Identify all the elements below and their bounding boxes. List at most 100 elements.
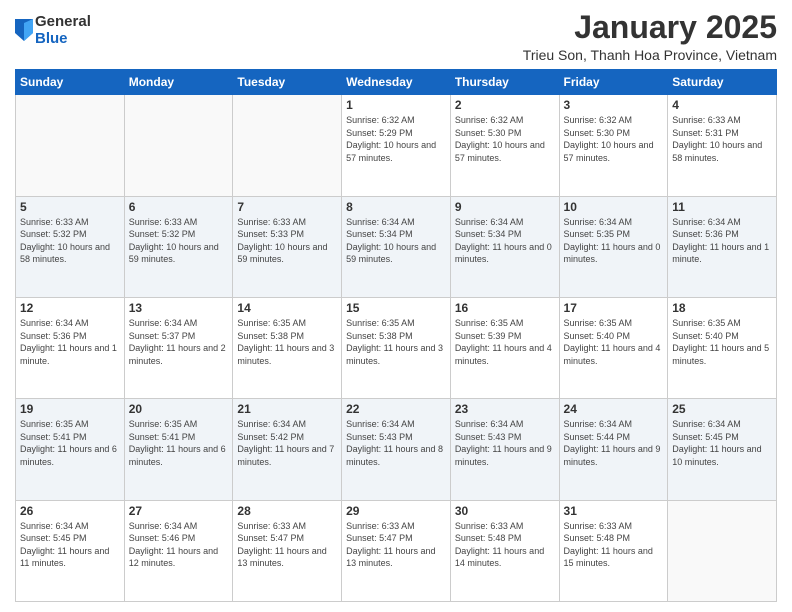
- day-number: 17: [564, 301, 664, 315]
- day-info: Sunrise: 6:33 AMSunset: 5:31 PMDaylight:…: [672, 114, 772, 164]
- calendar-cell: [233, 95, 342, 196]
- logo: General Blue: [15, 14, 91, 47]
- day-number: 15: [346, 301, 446, 315]
- day-info: Sunrise: 6:33 AMSunset: 5:33 PMDaylight:…: [237, 216, 337, 266]
- calendar-cell: 2 Sunrise: 6:32 AMSunset: 5:30 PMDaylight…: [450, 95, 559, 196]
- calendar-cell: 18Sunrise: 6:35 AMSunset: 5:40 PMDayligh…: [668, 297, 777, 398]
- day-number: 29: [346, 504, 446, 518]
- day-number: 26: [20, 504, 120, 518]
- calendar-cell: 1 Sunrise: 6:32 AMSunset: 5:29 PMDaylight…: [342, 95, 451, 196]
- day-info: Sunrise: 6:34 AMSunset: 5:36 PMDaylight:…: [20, 317, 120, 367]
- calendar-week-5: 26 Sunrise: 6:34 AMSunset: 5:45 PMDayligh…: [16, 500, 777, 601]
- day-info: Sunrise: 6:32 AMSunset: 5:29 PMDaylight:…: [346, 114, 446, 164]
- day-number: 16: [455, 301, 555, 315]
- calendar-cell: 14Sunrise: 6:35 AMSunset: 5:38 PMDayligh…: [233, 297, 342, 398]
- day-info: Sunrise: 6:32 AMSunset: 5:30 PMDaylight:…: [455, 114, 555, 164]
- day-info: Sunrise: 6:33 AMSunset: 5:32 PMDaylight:…: [129, 216, 229, 266]
- day-info: Sunrise: 6:34 AMSunset: 5:36 PMDaylight:…: [672, 216, 772, 266]
- day-info: Sunrise: 6:34 AMSunset: 5:37 PMDaylight:…: [129, 317, 229, 367]
- month-title: January 2025: [523, 10, 777, 45]
- header-thursday: Thursday: [450, 70, 559, 95]
- day-number: 20: [129, 402, 229, 416]
- day-info: Sunrise: 6:35 AMSunset: 5:38 PMDaylight:…: [237, 317, 337, 367]
- calendar-cell: 27 Sunrise: 6:34 AMSunset: 5:46 PMDayligh…: [124, 500, 233, 601]
- header-wednesday: Wednesday: [342, 70, 451, 95]
- day-info: Sunrise: 6:34 AMSunset: 5:35 PMDaylight:…: [564, 216, 664, 266]
- page: General Blue January 2025 Trieu Son, Tha…: [0, 0, 792, 612]
- calendar-cell: 6Sunrise: 6:33 AMSunset: 5:32 PMDaylight…: [124, 196, 233, 297]
- calendar-header-row: Sunday Monday Tuesday Wednesday Thursday…: [16, 70, 777, 95]
- day-number: 9: [455, 200, 555, 214]
- day-number: 30: [455, 504, 555, 518]
- day-info: Sunrise: 6:32 AMSunset: 5:30 PMDaylight:…: [564, 114, 664, 164]
- day-info: Sunrise: 6:34 AMSunset: 5:34 PMDaylight:…: [346, 216, 446, 266]
- calendar-table: Sunday Monday Tuesday Wednesday Thursday…: [15, 69, 777, 602]
- header-friday: Friday: [559, 70, 668, 95]
- header-saturday: Saturday: [668, 70, 777, 95]
- day-number: 3: [564, 98, 664, 112]
- calendar-cell: 12 Sunrise: 6:34 AMSunset: 5:36 PMDayligh…: [16, 297, 125, 398]
- day-info: Sunrise: 6:35 AMSunset: 5:41 PMDaylight:…: [20, 418, 120, 468]
- day-info: Sunrise: 6:35 AMSunset: 5:40 PMDaylight:…: [564, 317, 664, 367]
- day-info: Sunrise: 6:33 AMSunset: 5:32 PMDaylight:…: [20, 216, 120, 266]
- day-number: 28: [237, 504, 337, 518]
- day-info: Sunrise: 6:34 AMSunset: 5:43 PMDaylight:…: [346, 418, 446, 468]
- calendar-cell: 3 Sunrise: 6:32 AMSunset: 5:30 PMDaylight…: [559, 95, 668, 196]
- calendar-cell: 13 Sunrise: 6:34 AMSunset: 5:37 PMDayligh…: [124, 297, 233, 398]
- logo-icon: [15, 19, 33, 41]
- day-info: Sunrise: 6:35 AMSunset: 5:39 PMDaylight:…: [455, 317, 555, 367]
- calendar-cell: 4 Sunrise: 6:33 AMSunset: 5:31 PMDaylight…: [668, 95, 777, 196]
- calendar-cell: 7 Sunrise: 6:33 AMSunset: 5:33 PMDaylight…: [233, 196, 342, 297]
- calendar-cell: 30 Sunrise: 6:33 AMSunset: 5:48 PMDayligh…: [450, 500, 559, 601]
- day-info: Sunrise: 6:34 AMSunset: 5:46 PMDaylight:…: [129, 520, 229, 570]
- day-number: 27: [129, 504, 229, 518]
- calendar-cell: 16 Sunrise: 6:35 AMSunset: 5:39 PMDayligh…: [450, 297, 559, 398]
- day-info: Sunrise: 6:34 AMSunset: 5:45 PMDaylight:…: [20, 520, 120, 570]
- calendar-cell: 23 Sunrise: 6:34 AMSunset: 5:43 PMDayligh…: [450, 399, 559, 500]
- day-number: 25: [672, 402, 772, 416]
- day-number: 7: [237, 200, 337, 214]
- logo-blue-text: Blue: [35, 31, 91, 48]
- day-number: 12: [20, 301, 120, 315]
- day-number: 19: [20, 402, 120, 416]
- day-info: Sunrise: 6:34 AMSunset: 5:43 PMDaylight:…: [455, 418, 555, 468]
- calendar-cell: 31Sunrise: 6:33 AMSunset: 5:48 PMDayligh…: [559, 500, 668, 601]
- day-number: 13: [129, 301, 229, 315]
- calendar-week-2: 5 Sunrise: 6:33 AMSunset: 5:32 PMDaylight…: [16, 196, 777, 297]
- calendar-cell: 10 Sunrise: 6:34 AMSunset: 5:35 PMDayligh…: [559, 196, 668, 297]
- calendar-cell: 11Sunrise: 6:34 AMSunset: 5:36 PMDayligh…: [668, 196, 777, 297]
- day-number: 21: [237, 402, 337, 416]
- logo-text: General Blue: [35, 14, 91, 47]
- calendar-cell: [16, 95, 125, 196]
- day-number: 23: [455, 402, 555, 416]
- calendar-cell: 8Sunrise: 6:34 AMSunset: 5:34 PMDaylight…: [342, 196, 451, 297]
- calendar-cell: 19 Sunrise: 6:35 AMSunset: 5:41 PMDayligh…: [16, 399, 125, 500]
- calendar-week-3: 12 Sunrise: 6:34 AMSunset: 5:36 PMDayligh…: [16, 297, 777, 398]
- day-info: Sunrise: 6:33 AMSunset: 5:47 PMDaylight:…: [237, 520, 337, 570]
- calendar-cell: [124, 95, 233, 196]
- location-title: Trieu Son, Thanh Hoa Province, Vietnam: [523, 47, 777, 63]
- day-number: 22: [346, 402, 446, 416]
- calendar-cell: 5 Sunrise: 6:33 AMSunset: 5:32 PMDaylight…: [16, 196, 125, 297]
- day-number: 18: [672, 301, 772, 315]
- day-info: Sunrise: 6:35 AMSunset: 5:38 PMDaylight:…: [346, 317, 446, 367]
- calendar-cell: 17 Sunrise: 6:35 AMSunset: 5:40 PMDayligh…: [559, 297, 668, 398]
- day-number: 2: [455, 98, 555, 112]
- calendar-cell: 29Sunrise: 6:33 AMSunset: 5:47 PMDayligh…: [342, 500, 451, 601]
- header-monday: Monday: [124, 70, 233, 95]
- day-info: Sunrise: 6:34 AMSunset: 5:45 PMDaylight:…: [672, 418, 772, 468]
- calendar-cell: [668, 500, 777, 601]
- day-info: Sunrise: 6:33 AMSunset: 5:48 PMDaylight:…: [564, 520, 664, 570]
- day-number: 1: [346, 98, 446, 112]
- day-number: 5: [20, 200, 120, 214]
- day-info: Sunrise: 6:33 AMSunset: 5:48 PMDaylight:…: [455, 520, 555, 570]
- header-sunday: Sunday: [16, 70, 125, 95]
- day-number: 10: [564, 200, 664, 214]
- title-block: January 2025 Trieu Son, Thanh Hoa Provin…: [523, 10, 777, 63]
- calendar-cell: 26 Sunrise: 6:34 AMSunset: 5:45 PMDayligh…: [16, 500, 125, 601]
- header-tuesday: Tuesday: [233, 70, 342, 95]
- day-number: 4: [672, 98, 772, 112]
- logo-general-text: General: [35, 14, 91, 31]
- calendar-week-1: 1 Sunrise: 6:32 AMSunset: 5:29 PMDaylight…: [16, 95, 777, 196]
- day-info: Sunrise: 6:34 AMSunset: 5:42 PMDaylight:…: [237, 418, 337, 468]
